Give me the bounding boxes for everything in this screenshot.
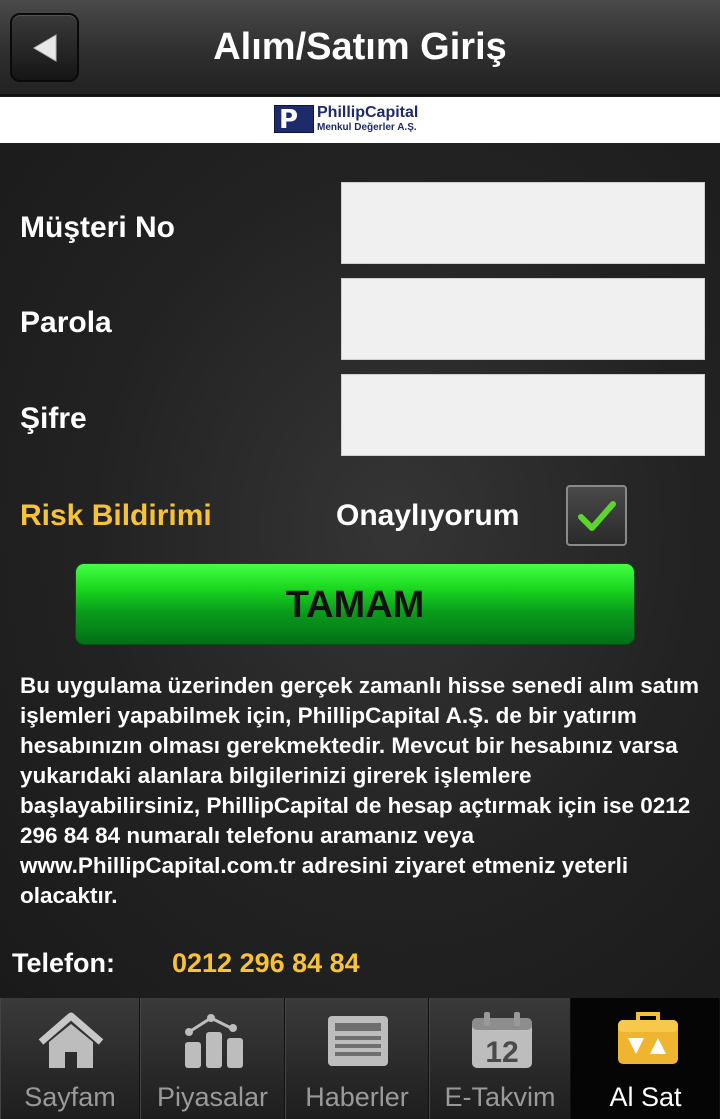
risk-disclosure-link[interactable]: Risk Bildirimi: [20, 499, 212, 533]
bottom-tab-bar: Sayfam Piyasalar Haberler 12 E-Takvim Al…: [0, 998, 720, 1119]
back-button[interactable]: [10, 13, 79, 82]
tab-sayfam[interactable]: Sayfam: [0, 998, 140, 1119]
phone-number[interactable]: 0212 296 84 84: [172, 948, 360, 979]
logo-mark-icon: P: [274, 105, 314, 135]
phone-label: Telefon:: [12, 948, 115, 978]
info-text: Bu uygulama üzerinden gerçek zamanlı his…: [20, 673, 699, 908]
tab-piyasalar[interactable]: Piyasalar: [140, 998, 285, 1119]
pin-label: Şifre: [20, 402, 87, 435]
logo-subtitle: Menkul Değerler A.Ş.: [317, 122, 417, 133]
tab-label: Piyasalar: [156, 1082, 269, 1112]
login-form-area: Müşteri No Parola Şifre Risk Bildirimi O…: [0, 143, 720, 998]
approve-label: Onaylıyorum: [336, 499, 520, 532]
calendar-icon: 12: [472, 1012, 532, 1069]
logo-name: PhillipCapital: [317, 104, 419, 121]
logo-bar: P PhillipCapital Menkul Değerler A.Ş.: [0, 97, 720, 143]
submit-button[interactable]: TAMAM: [75, 563, 635, 645]
market-chart-icon: [185, 1014, 243, 1068]
customer-no-label: Müşteri No: [20, 211, 176, 244]
customer-no-input[interactable]: [341, 182, 705, 264]
title-bar: Alım/Satım Giriş: [0, 0, 720, 96]
approve-checkbox[interactable]: [566, 485, 627, 546]
home-icon: [38, 1012, 104, 1068]
tab-al-sat[interactable]: Al Sat: [571, 998, 720, 1119]
phillipcapital-logo: P PhillipCapital Menkul Değerler A.Ş.: [274, 104, 449, 135]
page-title: Alım/Satım Giriş: [213, 26, 507, 68]
tab-haberler[interactable]: Haberler: [285, 998, 429, 1119]
svg-text:12: 12: [485, 1036, 518, 1069]
newspaper-icon: [328, 1016, 388, 1066]
pin-input[interactable]: [341, 374, 705, 456]
tab-label: Al Sat: [609, 1082, 682, 1112]
checkmark-icon: [578, 501, 616, 531]
password-label: Parola: [20, 306, 112, 339]
tab-e-takvim[interactable]: 12 E-Takvim: [429, 998, 571, 1119]
tab-label: Sayfam: [24, 1082, 116, 1112]
tab-label: E-Takvim: [444, 1082, 556, 1112]
trade-briefcase-icon: [618, 1012, 678, 1064]
password-input[interactable]: [341, 278, 705, 360]
back-arrow-icon: [33, 34, 57, 62]
tab-label: Haberler: [305, 1082, 409, 1112]
